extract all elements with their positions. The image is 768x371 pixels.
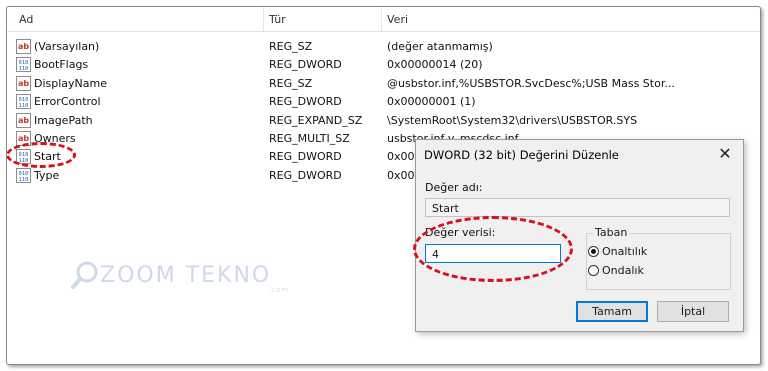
radio-selected-icon [588,246,599,257]
column-separator[interactable] [381,7,382,31]
row-name: (Varsayılan) [34,40,100,53]
row-data: \SystemRoot\System32\drivers\USBSTOR.SYS [387,113,638,127]
row-data: 0x00000001 (1) [387,95,476,109]
watermark-text: ZOOM TEKNO [100,262,272,288]
row-name: BootFlags [34,58,89,72]
binary-icon: 010110 [16,94,31,110]
watermark-subtext: .com [268,286,290,294]
table-row[interactable]: 010 110 ErrorControl REG_DWORD 0x00000001 (1… [7,93,760,111]
value-name-label: Değer adı: [425,181,483,194]
table-row[interactable]: ab (Varsayılan) REG_SZ (değer atanmamış) [7,38,760,56]
svg-text:110: 110 [19,66,29,72]
base-dec-radio[interactable]: Ondalık [588,264,644,277]
column-separator[interactable] [263,7,264,31]
binary-icon: 010110 [16,167,31,183]
row-type: REG_EXPAND_SZ [269,113,363,127]
base-hex-radio[interactable]: Onaltılık [588,245,647,258]
svg-text:110: 110 [19,103,29,109]
column-data-header[interactable]: Veri [387,13,408,26]
row-data: (değer atanmamış) [387,40,493,53]
row-type: REG_DWORD [269,150,342,164]
table-row[interactable]: ab DisplayName REG_SZ @usbstor.inf,%USBSTOR… [7,75,760,93]
svg-text:ab: ab [18,134,29,143]
row-type: REG_SZ [269,40,313,53]
row-type: REG_DWORD [269,58,342,72]
svg-text:ab: ab [18,116,29,125]
svg-text:ab: ab [18,42,29,51]
binary-icon: 010110 [16,57,31,73]
value-name-field[interactable]: Start [425,198,730,217]
row-name: ErrorControl [34,95,101,109]
table-row[interactable]: 010 110 BootFlags REG_DWORD 0x00000014 (20) [7,56,760,74]
row-type: REG_DWORD [269,95,342,109]
row-data: 0x00000014 (20) [387,58,483,72]
ok-button[interactable]: Tamam [576,301,648,322]
watermark-logo: ZOOM TEKNO .com [70,260,288,294]
row-data: @usbstor.inf,%USBSTOR.SvcDesc%;USB Mass … [387,76,675,90]
list-header: Ad Tür Veri [7,7,760,32]
dialog-title: DWORD (32 bit) Değerini Düzenle [424,148,619,162]
ab-icon: ab [16,39,31,54]
cancel-button[interactable]: İptal [657,301,729,322]
ab-icon: ab [16,112,31,128]
column-type-header[interactable]: Tür [269,13,286,26]
table-row[interactable]: ab ImagePath REG_EXPAND_SZ \SystemRoot\Syst… [7,112,760,130]
start-highlight-circle [6,142,76,168]
magnifier-icon [71,261,98,289]
row-name: DisplayName [34,76,107,90]
column-name-header[interactable]: Ad [19,13,33,26]
base-hex-label: Onaltılık [602,245,648,258]
svg-text:ab: ab [18,79,29,88]
base-label: Taban [593,226,630,239]
row-name: ImagePath [34,113,93,127]
row-type: REG_DWORD [269,168,342,182]
svg-text:110: 110 [19,177,29,183]
row-name: Type [34,168,60,182]
base-groupbox [586,233,731,290]
row-type: REG_MULTI_SZ [269,132,350,145]
row-type: REG_SZ [269,76,313,90]
close-icon[interactable]: ✕ [715,144,735,164]
value-data-highlight-circle [413,216,573,282]
base-dec-label: Ondalık [602,264,644,277]
radio-unselected-icon [588,265,599,276]
ab-icon: ab [16,75,31,91]
